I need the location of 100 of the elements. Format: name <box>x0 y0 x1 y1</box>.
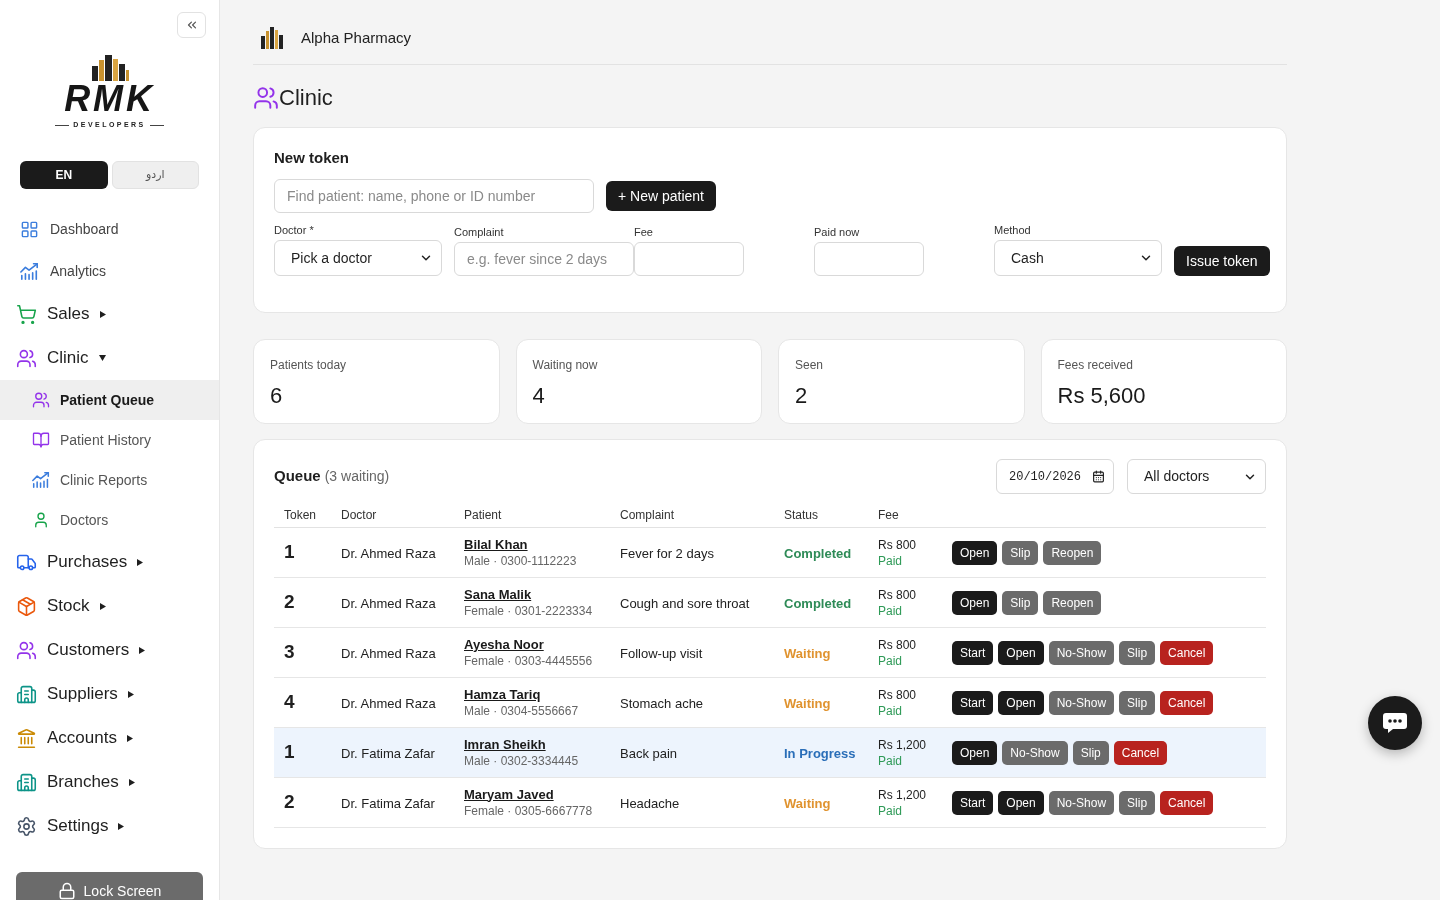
action-button[interactable]: Slip <box>1119 690 1156 715</box>
patient-search-field[interactable]: Find patient: name, phone or ID number <box>274 179 594 213</box>
lock-screen-button[interactable]: Lock Screen <box>16 872 203 900</box>
new-patient-button[interactable]: + New patient <box>606 181 716 211</box>
field-label: Paid now <box>814 225 861 240</box>
action-button[interactable]: No-Show <box>1048 640 1115 665</box>
nav-subitem[interactable]: Patient History <box>0 420 219 460</box>
action-button[interactable]: No-Show <box>1048 690 1115 715</box>
collapse-sidebar-button[interactable] <box>177 12 206 38</box>
action-button[interactable]: Reopen <box>1043 590 1102 615</box>
chart-icon <box>32 471 50 489</box>
payment-status: Paid <box>878 802 903 819</box>
users-icon <box>16 347 37 369</box>
nav-item[interactable]: Stock <box>0 584 219 628</box>
date-field[interactable]: 20/10/2026 <box>996 459 1114 494</box>
nav-item[interactable]: Suppliers <box>0 672 219 716</box>
nav-subitem[interactable]: Patient Queue <box>0 380 219 420</box>
nav-item[interactable]: Sales <box>0 292 219 336</box>
patient-link[interactable]: Imran Sheikh <box>464 736 546 753</box>
users-icon <box>16 639 37 661</box>
fee-field[interactable] <box>634 242 744 276</box>
action-button[interactable]: Open <box>952 540 998 565</box>
fee-amount: Rs 800 <box>878 686 917 703</box>
column-header: Fee <box>878 507 899 522</box>
action-button[interactable]: Start <box>952 690 994 715</box>
complaint-field[interactable]: e.g. fever since 2 days <box>454 242 634 276</box>
patient-link[interactable]: Hamza Tariq <box>464 686 541 703</box>
patient-details: Female · 0303-4445556 <box>464 652 593 669</box>
payment-status: Paid <box>878 552 903 569</box>
action-button[interactable]: Cancel <box>1160 790 1214 815</box>
field-label: Complaint <box>454 225 505 240</box>
issue-token-button[interactable]: Issue token <box>1174 246 1270 276</box>
action-button[interactable]: Slip <box>1119 640 1156 665</box>
page-title: Clinic <box>279 85 333 111</box>
language-button[interactable]: اردو <box>111 161 199 189</box>
action-button[interactable]: Open <box>998 640 1044 665</box>
stat-value: Rs 5,600 <box>1057 382 1146 410</box>
action-button[interactable]: Start <box>952 790 994 815</box>
language-button[interactable]: EN <box>20 161 108 189</box>
paid-now-field[interactable] <box>814 242 924 276</box>
complaint-text: Headache <box>620 795 680 811</box>
nav-item[interactable]: Customers <box>0 628 219 672</box>
action-button[interactable]: Cancel <box>1160 640 1214 665</box>
nav-item[interactable]: Clinic <box>0 336 219 380</box>
nav-subitem[interactable]: Doctors <box>0 500 219 540</box>
card-title: New token <box>274 148 350 168</box>
payment-status: Paid <box>878 652 903 669</box>
action-button[interactable]: Cancel <box>1160 690 1214 715</box>
patient-details: Female · 0305-6667778 <box>464 802 593 819</box>
column-header: Token <box>284 507 317 522</box>
method-select[interactable]: Cash <box>994 240 1162 276</box>
action-button[interactable]: Open <box>952 740 998 765</box>
chat-button[interactable] <box>1368 696 1422 750</box>
status-text: In Progress <box>784 745 856 761</box>
building-icon <box>16 771 37 793</box>
fee-amount: Rs 800 <box>878 536 917 553</box>
patient-link[interactable]: Bilal Khan <box>464 536 528 553</box>
action-button[interactable]: Start <box>952 640 994 665</box>
box-icon <box>16 595 37 617</box>
action-button[interactable]: Slip <box>1119 790 1156 815</box>
action-button[interactable]: Open <box>952 590 998 615</box>
complaint-text: Cough and sore throat <box>620 595 750 611</box>
doctor-name: Dr. Ahmed Raza <box>341 645 436 661</box>
action-button[interactable]: Reopen <box>1043 540 1102 565</box>
doctor-name: Dr. Ahmed Raza <box>341 595 436 611</box>
nav-subitem[interactable]: Clinic Reports <box>0 460 219 500</box>
grid-icon <box>20 219 39 239</box>
field-label: Doctor * <box>274 223 315 238</box>
book-icon <box>32 431 50 449</box>
nav-item[interactable]: Purchases <box>0 540 219 584</box>
action-button[interactable]: Cancel <box>1113 740 1168 765</box>
fee-amount: Rs 1,200 <box>878 786 927 803</box>
patient-link[interactable]: Maryam Javed <box>464 786 554 803</box>
nav-item[interactable]: Branches <box>0 760 219 804</box>
doctor-filter-select[interactable]: All doctors <box>1127 459 1266 494</box>
chat-icon <box>1383 713 1407 733</box>
patient-details: Male · 0300-1112223 <box>464 552 577 569</box>
nav-item[interactable]: Settings <box>0 804 219 848</box>
patient-link[interactable]: Ayesha Noor <box>464 636 544 653</box>
stat-label: Patients today <box>270 357 347 373</box>
nav-item[interactable]: Accounts <box>0 716 219 760</box>
payment-status: Paid <box>878 602 903 619</box>
action-button[interactable]: No-Show <box>1002 740 1068 765</box>
nav-item[interactable]: Analytics <box>0 250 219 292</box>
complaint-text: Fever for 2 days <box>620 545 714 561</box>
token-number: 3 <box>284 641 295 663</box>
person-icon <box>32 511 50 529</box>
column-header: Complaint <box>620 507 675 522</box>
action-button[interactable]: No-Show <box>1048 790 1115 815</box>
action-button[interactable]: Slip <box>1002 540 1039 565</box>
nav-item[interactable]: Dashboard <box>0 208 219 250</box>
complaint-text: Stomach ache <box>620 695 704 711</box>
action-button[interactable]: Slip <box>1072 740 1109 765</box>
action-button[interactable]: Open <box>998 690 1044 715</box>
stat-label: Waiting now <box>532 357 598 373</box>
action-button[interactable]: Open <box>998 790 1044 815</box>
action-button[interactable]: Slip <box>1002 590 1039 615</box>
stat-value: 2 <box>795 382 808 410</box>
doctor-select[interactable]: Pick a doctor <box>274 240 442 276</box>
patient-link[interactable]: Sana Malik <box>464 586 532 603</box>
